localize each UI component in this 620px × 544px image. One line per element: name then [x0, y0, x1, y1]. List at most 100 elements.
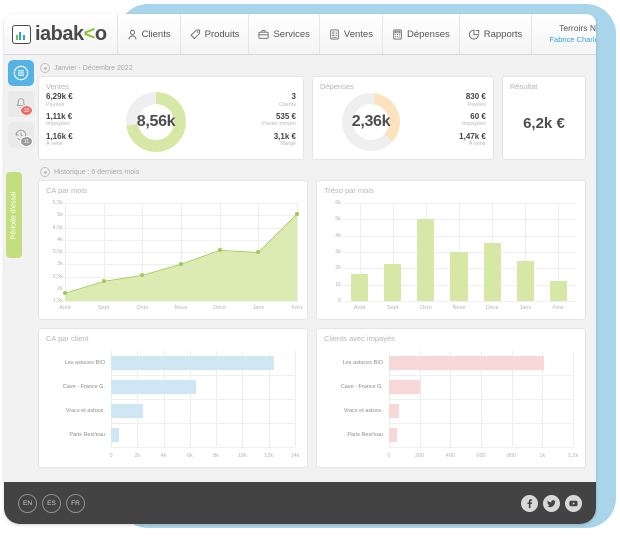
- x-tick: 10k: [238, 453, 247, 459]
- line-series: [65, 203, 297, 301]
- nav-item-ventes[interactable]: Ventes: [320, 14, 383, 54]
- youtube-icon[interactable]: [565, 495, 582, 512]
- person-icon: [127, 29, 138, 40]
- x-tick: Août: [59, 305, 70, 311]
- bar: [111, 404, 143, 417]
- ventes-donut-chart: 8,56k: [126, 92, 186, 152]
- x-tick: Sept: [98, 305, 109, 311]
- bar: [550, 281, 567, 301]
- stat-panier-label: Panier moyen: [234, 121, 296, 128]
- y-tick: 0: [338, 298, 341, 304]
- tag-icon: [190, 29, 201, 40]
- stat-avenir-value: 1,16k €: [46, 132, 108, 141]
- x-tick: Août: [354, 305, 365, 311]
- dep-payees-value: 830 €: [424, 92, 486, 101]
- gridline-h: [65, 301, 297, 302]
- x-axis-impayes: 02004006008001k1,2k: [389, 453, 573, 463]
- stat-marge-value: 3,1k €: [234, 132, 296, 141]
- card-title-ventes: Ventes: [39, 77, 303, 91]
- rail-notifications-button[interactable]: 10: [8, 91, 34, 117]
- nav-item-clients[interactable]: Clients: [118, 14, 181, 54]
- gridline-h: [389, 447, 573, 448]
- bar: [389, 428, 397, 441]
- chart-ca-par-mois: 5,5k5k4,5k4k3,5k3k2,5k2k1,5k AoûtSeptOct…: [39, 199, 307, 319]
- trial-period-tab[interactable]: Période d'essai: [6, 172, 22, 258]
- chart-title-impayes: Clients avec impayés: [317, 329, 585, 343]
- stat-panier-value: 535 €: [234, 112, 296, 121]
- chart-ca-par-client: Les astuces BIOCave - France G.Vracs et …: [39, 347, 307, 467]
- bar: [111, 428, 119, 441]
- data-point: [256, 250, 260, 254]
- x-tick: 4k: [161, 453, 167, 459]
- y-tick: 4k: [57, 237, 63, 243]
- logo-text-part3: o: [95, 23, 107, 45]
- calculator-icon: [392, 29, 403, 40]
- chart-clients-impayes: Les astuces BIOCave - France G.Vracs et …: [317, 347, 585, 467]
- ventes-right-stats: 3 Clients 535 € Panier moyen 3,1k € Marg…: [234, 92, 296, 151]
- pie-chart-icon: [469, 29, 480, 40]
- y-tick: 3k: [335, 249, 341, 255]
- rail-menu-button[interactable]: [8, 60, 34, 86]
- nav-item-depenses[interactable]: Dépenses: [383, 14, 460, 54]
- logo-chart-icon: [12, 25, 31, 44]
- card-resultat: Résultat 6,2k €: [502, 76, 586, 160]
- depenses-donut-chart: 2,36k: [342, 93, 400, 151]
- nav-item-services[interactable]: Services: [249, 14, 319, 54]
- bar: [389, 356, 544, 369]
- data-point: [179, 262, 183, 266]
- menu-icon: [13, 65, 29, 81]
- y-labels-ca-client: Les astuces BIOCave - France G.Vracs et …: [39, 351, 109, 447]
- lang-fr-button[interactable]: FR: [66, 494, 85, 513]
- x-tick: 0: [387, 453, 390, 459]
- chart-title-treso: Tréso par mois: [317, 181, 585, 195]
- app-logo[interactable]: iabak<o: [4, 14, 118, 54]
- user-menu[interactable]: Terroirs Naturels Fabrice Charles Admin …: [532, 14, 596, 54]
- bar: [389, 404, 399, 417]
- bar: [484, 243, 501, 301]
- x-axis-treso: AoûtSeptOctoNoveDéceJanvFévr: [343, 305, 575, 317]
- x-tick: Sept: [387, 305, 398, 311]
- rail-history-button[interactable]: 11: [8, 122, 34, 148]
- x-tick: 600: [476, 453, 485, 459]
- x-tick: 400: [446, 453, 455, 459]
- chart-title-ca-mois: CA par mois: [39, 181, 307, 195]
- lang-es-button[interactable]: ES: [42, 494, 61, 513]
- twitter-icon[interactable]: [543, 495, 560, 512]
- nav-item-produits[interactable]: Produits: [181, 14, 250, 54]
- x-tick: 12k: [264, 453, 273, 459]
- app-header: iabak<o Clients Produits Services Vent: [4, 14, 596, 55]
- account-name[interactable]: Fabrice Charles Admin ▾: [549, 35, 596, 46]
- y-tick: 1k: [335, 282, 341, 288]
- app-footer: EN ES FR: [4, 482, 596, 524]
- nav-label-clients: Clients: [142, 29, 171, 40]
- period-label: Janvier - Décembre 2022: [54, 65, 133, 72]
- bar: [389, 380, 420, 393]
- stat-panier: 535 € Panier moyen: [234, 112, 296, 128]
- card-treso-par-mois: Tréso par mois 6k5k4k3k2k1k0 AoûtSeptOct…: [316, 180, 586, 320]
- nav-label-produits: Produits: [205, 29, 240, 40]
- stat-clients-value: 3: [234, 92, 296, 101]
- dep-impayees-value: 60 €: [424, 112, 486, 121]
- gridline-h: [111, 423, 295, 424]
- lang-en-button[interactable]: EN: [18, 494, 37, 513]
- card-title-resultat: Résultat: [503, 77, 585, 91]
- facebook-icon[interactable]: [521, 495, 538, 512]
- nav-item-rapports[interactable]: Rapports: [460, 14, 533, 54]
- dep-avenir-value: 1,47k €: [424, 132, 486, 141]
- resultat-value: 6,2k €: [503, 115, 585, 132]
- x-tick: Déce: [486, 305, 499, 311]
- x-tick: Janv: [253, 305, 265, 311]
- logo-wordmark: iabak<o: [35, 24, 107, 44]
- x-axis-ca-mois: AoûtSeptOctoNoveDéceJanvFévr: [65, 305, 297, 317]
- bar: [384, 264, 401, 301]
- dep-avenir-label: À venir: [424, 141, 486, 148]
- plot-ca-client: [111, 351, 295, 447]
- y-tick: 5,5k: [53, 200, 63, 206]
- gridline-h: [111, 375, 295, 376]
- stat-marge-label: Marge: [234, 141, 296, 148]
- y-labels-impayes: Les astuces BIOCave - France G.Vracs et …: [317, 351, 387, 447]
- chart-row-2: CA par client Les astuces BIOCave - Fran…: [38, 328, 586, 468]
- dep-payees-label: Payées: [424, 102, 486, 109]
- chart-treso-par-mois: 6k5k4k3k2k1k0 AoûtSeptOctoNoveDéceJanvFé…: [317, 199, 585, 319]
- y-tick: 5k: [335, 216, 341, 222]
